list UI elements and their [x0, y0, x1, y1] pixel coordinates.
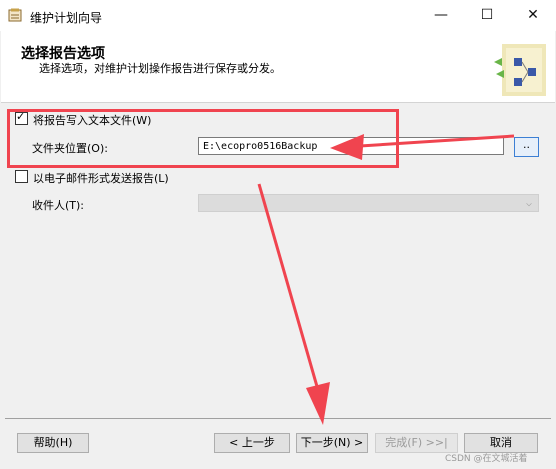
annotation-arrows: [257, 134, 515, 425]
watermark: CSDN @在文城活着: [445, 454, 528, 464]
arrow-down-icon: [306, 382, 330, 425]
arrow-left-icon: [330, 134, 364, 160]
